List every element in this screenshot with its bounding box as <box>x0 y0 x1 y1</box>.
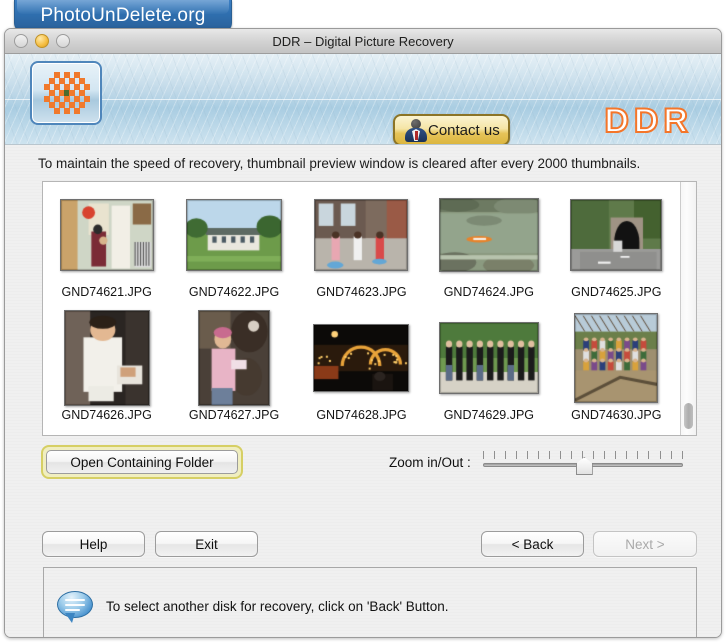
thumbnail-filename: GND74624.JPG <box>444 285 534 299</box>
thumbnail-image[interactable] <box>313 311 409 405</box>
status-panel: To select another disk for recovery, cli… <box>43 567 697 638</box>
thumbnail-filename: GND74621.JPG <box>62 285 152 299</box>
thumbnail-image[interactable] <box>574 311 658 405</box>
next-button: Next > <box>593 531 697 557</box>
thumbnail-image[interactable] <box>439 188 539 282</box>
thumbnail-filename: GND74622.JPG <box>189 285 279 299</box>
open-containing-folder-button[interactable]: Open Containing Folder <box>46 450 238 474</box>
thumbnail-item[interactable]: GND74630.JPG <box>553 311 680 434</box>
thumbnail-row: GND74621.JPG GND74622.JPG GND74623.JPG GND7… <box>43 188 680 311</box>
site-banner-label: PhotoUnDelete.org <box>40 5 205 27</box>
thumbnail-filename: GND74626.JPG <box>62 408 152 422</box>
back-button[interactable]: < Back <box>481 531 584 557</box>
status-text: To select another disk for recovery, cli… <box>106 599 449 614</box>
thumbnail-row: GND74626.JPG GND74627.JPG GND74628.JPG GND7… <box>43 311 680 434</box>
checker-pattern-icon <box>44 72 88 114</box>
thumbnail-preview-panel: GND74621.JPG GND74622.JPG GND74623.JPG GND7… <box>42 181 697 436</box>
speech-bubble-icon <box>57 591 93 622</box>
thumbnail-item[interactable]: GND74622.JPG <box>170 188 297 311</box>
help-button[interactable]: Help <box>42 531 145 557</box>
thumbnail-item[interactable]: GND74628.JPG <box>298 311 425 434</box>
thumbnail-image[interactable] <box>439 311 539 405</box>
thumbnail-filename: GND74625.JPG <box>571 285 661 299</box>
app-icon <box>30 61 102 125</box>
open-folder-focus-ring: Open Containing Folder <box>41 445 243 479</box>
person-icon <box>399 118 423 142</box>
thumbnail-image[interactable] <box>186 188 282 282</box>
thumbnail-item[interactable]: GND74621.JPG <box>43 188 170 311</box>
zoom-slider[interactable] <box>483 451 683 473</box>
thumbnail-image[interactable] <box>60 188 154 282</box>
header-banner: Contact us DDR Digital Picture Recovery <box>5 54 721 145</box>
thumbnail-grid: GND74621.JPG GND74622.JPG GND74623.JPG GND7… <box>43 182 680 434</box>
thumbnail-item[interactable]: GND74629.JPG <box>425 311 552 434</box>
thumbnail-image[interactable] <box>64 311 150 405</box>
thumbnail-image[interactable] <box>570 188 662 282</box>
title-bar: DDR – Digital Picture Recovery <box>5 29 721 54</box>
thumbnail-item[interactable]: GND74624.JPG <box>425 188 552 311</box>
vertical-scrollbar[interactable] <box>680 182 696 435</box>
thumbnail-filename: GND74630.JPG <box>571 408 661 422</box>
scrollbar-thumb[interactable] <box>684 403 693 429</box>
thumbnail-item[interactable]: GND74627.JPG <box>170 311 297 434</box>
window-title: DDR – Digital Picture Recovery <box>5 34 721 49</box>
ddr-logo: DDR <box>604 104 693 138</box>
contact-us-button[interactable]: Contact us <box>393 114 510 145</box>
thumbnail-filename: GND74628.JPG <box>316 408 406 422</box>
notice-text: To maintain the speed of recovery, thumb… <box>38 156 640 171</box>
exit-button[interactable]: Exit <box>155 531 258 557</box>
header-divider-line <box>5 99 721 100</box>
thumbnail-item[interactable]: GND74626.JPG <box>43 311 170 434</box>
thumbnail-filename: GND74627.JPG <box>189 408 279 422</box>
thumbnail-filename: GND74623.JPG <box>316 285 406 299</box>
zoom-label: Zoom in/Out : <box>389 455 471 470</box>
slider-ticks <box>483 451 683 459</box>
thumbnail-filename: GND74629.JPG <box>444 408 534 422</box>
application-window: DDR – Digital Picture Recovery Contact u… <box>4 28 722 638</box>
main-content: To maintain the speed of recovery, thumb… <box>5 145 721 637</box>
thumbnail-image[interactable] <box>198 311 270 405</box>
thumbnail-item[interactable]: GND74623.JPG <box>298 188 425 311</box>
contact-us-label: Contact us <box>428 122 500 139</box>
zoom-control: Zoom in/Out : <box>389 451 683 473</box>
thumbnail-image[interactable] <box>314 188 408 282</box>
slider-knob[interactable] <box>576 457 593 475</box>
thumbnail-item[interactable]: GND74625.JPG <box>553 188 680 311</box>
